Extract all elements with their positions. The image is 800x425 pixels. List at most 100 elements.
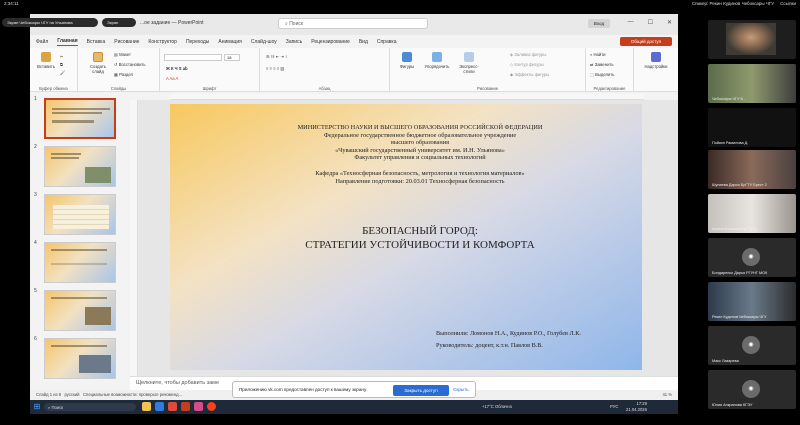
align-icon[interactable]: ≡ ≡ ≡ ≡ ▥ [266,66,284,71]
select-button[interactable]: ⬚ Выделить [590,72,614,77]
links-button[interactable]: Ссылки [780,1,796,6]
tab-slideshow[interactable]: Слайд-шоу [251,39,277,45]
quick-styles-icon [464,52,474,62]
font-group: 18 Ж К Ч S ab A Aa A Шрифт [160,48,260,92]
tab-draw[interactable]: Рисование [114,39,139,45]
participant-tile[interactable]: ◉ Макс Лазарева [708,326,796,365]
hide-button[interactable]: Скрыть [453,387,469,392]
tab-transitions[interactable]: Переходы [186,39,209,45]
font-name-box[interactable] [164,54,222,61]
tab-help[interactable]: Справка [377,39,397,45]
copy-icon[interactable]: ⧉ [60,62,63,67]
quick-styles-label: Экспресс-стили [459,64,479,74]
bold-icon[interactable]: Ж К Ч S ab [166,66,188,71]
minimize-icon[interactable]: — [628,19,634,26]
participant-name: Рекин Кудинов Чебоксары ЧГУ [712,315,767,319]
replace-button[interactable]: ⇄ Заменить [590,62,614,67]
windows-start-icon[interactable]: ⊞ [32,402,42,412]
bullets-icon[interactable]: ☰ ☷ ⇤ ⇥ ↕ [266,54,287,59]
participant-tile[interactable]: Рекин Кудинов Чебоксары ЧГУ [708,282,796,321]
slide-canvas: МИНИСТЕРСТВО НАУКИ И ВЫСШЕГО ОБРАЗОВАНИЯ… [138,100,678,376]
notes-placeholder: Щелкните, чтобы добавить заме [136,380,220,386]
system-top-bar: 2:34:11 Спикер: Рекин Кудинов Чебоксары … [0,0,800,8]
app-icon-2[interactable] [194,402,203,411]
tab-record[interactable]: Запись [286,39,302,45]
signin-button[interactable]: Вход [588,19,610,28]
participant-tile[interactable]: Чебоксары ЧГУ Б... [708,64,796,103]
find-button[interactable]: ⌕ Найти [590,52,605,57]
powerpoint-icon[interactable] [181,402,190,411]
slide-thumb-4[interactable] [44,242,116,283]
addins-button[interactable]: Надстройки [642,52,670,69]
search-input[interactable]: ⌕ Поиск [278,18,428,29]
reset-button[interactable]: ↺ Восстановить [114,62,146,67]
participant-tile[interactable]: Шулаева Дарья БрГТУ Брест 2 [708,150,796,189]
slide-title: БЕЗОПАСНЫЙ ГОРОД: СТРАТЕГИИ УСТОЙЧИВОСТИ… [230,224,610,252]
participant-tile[interactable]: ◉ Бондаренко Дарья РГУНГ МОК [708,238,796,277]
current-slide[interactable]: МИНИСТЕРСТВО НАУКИ И ВЫСШЕГО ОБРАЗОВАНИЯ… [170,104,642,370]
yandex-browser-icon[interactable] [207,402,216,411]
maximize-icon[interactable]: ☐ [648,19,653,26]
new-slide-button[interactable]: Создать слайд [86,52,110,74]
tab-review[interactable]: Рецензирование [311,39,350,45]
slide-thumb-3[interactable] [44,194,116,235]
accessibility-status[interactable]: Специальные возможности: проверьте реком… [83,392,182,397]
fill-button[interactable]: ◈ Заливка фигуры [510,52,546,57]
arrange-button[interactable]: Упорядочить [422,52,452,69]
cut-icon[interactable]: ✂ [60,54,64,59]
font-color-icon[interactable]: A Aa A [166,76,178,81]
paragraph-label: Абзац [318,86,331,91]
layout-button[interactable]: ▤ Макет [114,52,131,57]
screen-share-pill-2[interactable]: Экран [102,18,136,27]
editing-label: Редактирование [593,86,626,91]
participant-name: Чебоксары ЧГУ Б... [712,97,747,101]
effects-button[interactable]: ◆ Эффекты фигуры [510,72,549,77]
tab-insert[interactable]: Вставка [87,39,106,45]
edge-icon[interactable] [155,402,164,411]
slide-thumb-1[interactable] [44,98,116,139]
thumb-image [79,355,111,373]
section-button[interactable]: ▦ Раздел [114,72,133,77]
tab-file[interactable]: Файл [36,39,48,45]
taskbar-search[interactable]: ⌕ Поиск [44,403,136,411]
speaker-label: Спикер: Рекин Кудинов Чебоксары ЧГУ [691,1,775,6]
outline-button[interactable]: ◇ Контур фигуры [510,62,544,67]
slides-label: Слайды [110,86,127,91]
screen-share-pill[interactable]: Экран Чебоксары ЧГУ на Ульянова [2,18,98,27]
editing-group: ⌕ Найти ⇄ Заменить ⬚ Выделить Редактиров… [586,48,634,92]
keyboard-language[interactable]: РУС [610,404,618,409]
format-painter-icon[interactable]: 🖌 [60,70,65,76]
weather-widget[interactable]: +17°C Облачно [482,404,512,409]
shapes-button[interactable]: Фигуры [396,52,418,69]
slide-thumb-6[interactable] [44,338,116,379]
share-button[interactable]: Общий доступ [620,37,672,46]
tab-design[interactable]: Конструктор [148,39,177,45]
slide-thumb-2[interactable] [44,146,116,187]
close-access-button[interactable]: Закрыть доступ [393,385,449,396]
thumb-line [51,157,79,159]
tab-animations[interactable]: Анимация [218,39,241,45]
find-label: Найти [593,52,606,57]
font-size-box[interactable]: 18 [224,54,240,61]
education-line: высшего образования [390,139,449,146]
tab-home[interactable]: Главная [57,38,78,46]
participant-tile[interactable]: ◉ Юлия Анкранова КГЭУ [708,370,796,409]
close-icon[interactable]: ✕ [667,19,672,26]
file-explorer-icon[interactable] [142,402,151,411]
avatar: ◉ [742,336,760,354]
tab-view[interactable]: Вид [359,39,368,45]
thumb-number: 5 [34,288,37,294]
participant-tile[interactable] [708,20,796,59]
participant-tile[interactable]: Пойкин Рамилова Д. [708,108,796,147]
app-icon[interactable] [168,402,177,411]
quick-styles-button[interactable]: Экспресс-стили [454,52,484,74]
participant-tile[interactable]: Арина Машкина БрГТУ Д [708,194,796,233]
taskbar-clock[interactable]: 17:29 21.04.2026 [626,401,647,412]
zoom-level[interactable]: 41 % [662,392,672,397]
slide-thumb-5[interactable] [44,290,116,331]
participant-name: Арина Машкина БрГТУ Д [712,227,757,231]
screen-share-notice: Приложению vk.com предоставлен доступ к … [232,381,476,398]
status-language[interactable]: русский [65,392,80,397]
thumb-line [51,153,81,155]
paste-button[interactable]: Вставить [36,52,56,69]
